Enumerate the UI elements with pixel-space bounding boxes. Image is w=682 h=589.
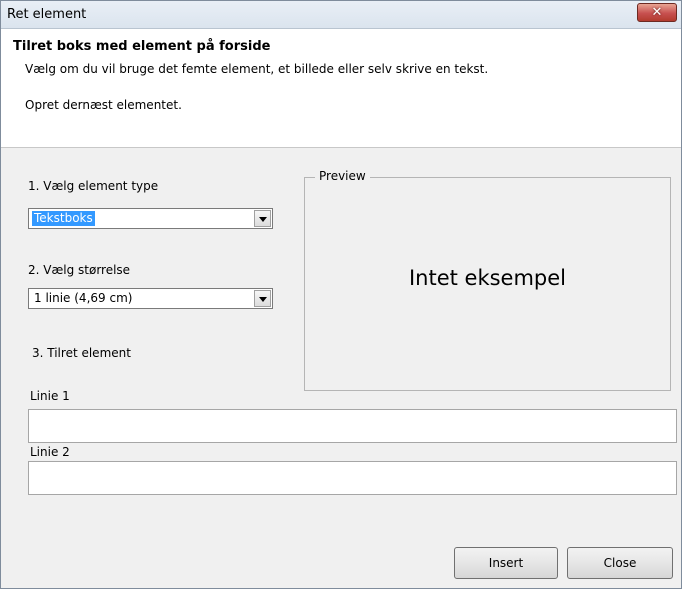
insert-button[interactable]: Insert bbox=[454, 547, 558, 579]
size-select[interactable]: 1 linie (4,69 cm) bbox=[28, 288, 273, 309]
line1-input[interactable] bbox=[28, 409, 677, 443]
chevron-down-icon[interactable] bbox=[254, 290, 271, 307]
size-value: 1 linie (4,69 cm) bbox=[34, 291, 133, 305]
dialog-header: Tilret boks med element på forside Vælg … bbox=[1, 29, 681, 148]
element-type-value: Tekstboks bbox=[32, 211, 95, 226]
line2-input[interactable] bbox=[28, 461, 677, 495]
header-description-2: Opret dernæst elementet. bbox=[25, 98, 182, 112]
step2-label: 2. Vælg størrelse bbox=[28, 263, 131, 277]
step3-label: 3. Tilret element bbox=[32, 346, 131, 360]
step1-label: 1. Vælg element type bbox=[28, 179, 159, 193]
preview-placeholder: Intet eksempel bbox=[408, 266, 567, 290]
chevron-down-icon[interactable] bbox=[254, 210, 271, 227]
element-type-select[interactable]: Tekstboks bbox=[28, 208, 273, 229]
close-button[interactable]: Close bbox=[567, 547, 673, 579]
line2-label: Linie 2 bbox=[30, 445, 70, 459]
dialog-window: Ret element ✕ Tilret boks med element på… bbox=[0, 0, 682, 589]
window-title: Ret element bbox=[7, 7, 87, 22]
line1-label: Linie 1 bbox=[30, 389, 70, 403]
header-title: Tilret boks med element på forside bbox=[13, 39, 271, 54]
title-bar[interactable]: Ret element ✕ bbox=[1, 1, 681, 29]
window-close-button[interactable]: ✕ bbox=[637, 3, 677, 22]
close-icon: ✕ bbox=[651, 5, 663, 20]
preview-group-label: Preview bbox=[315, 169, 370, 183]
header-description: Vælg om du vil bruge det femte element, … bbox=[25, 62, 489, 76]
